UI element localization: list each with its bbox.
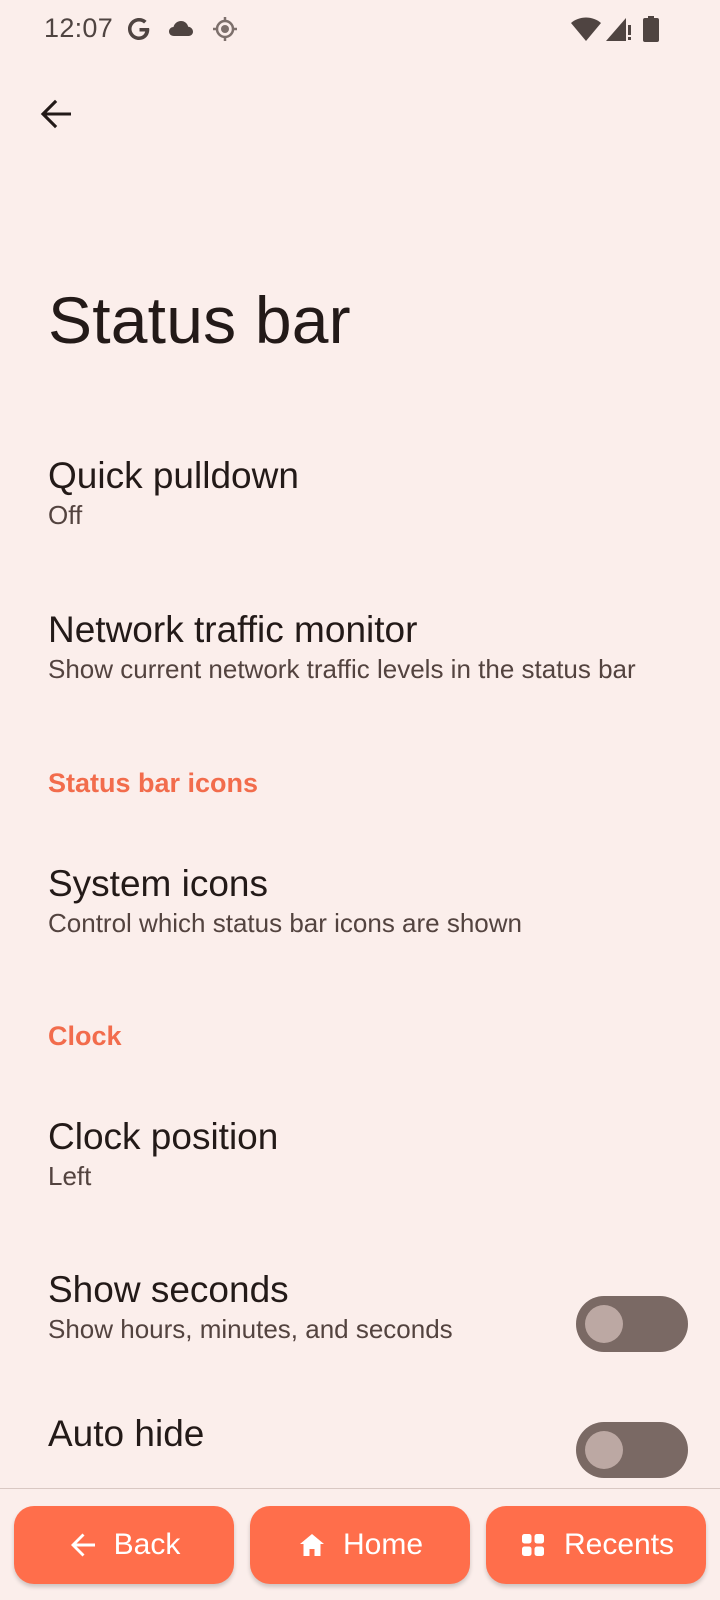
recents-icon (518, 1530, 548, 1560)
auto-hide-switch[interactable] (576, 1422, 688, 1478)
preference-title: Network traffic monitor (48, 609, 418, 650)
wifi-icon (570, 14, 601, 44)
preference-summary: Show hours, minutes, and seconds (48, 1314, 453, 1344)
preference-summary: Control which status bar icons are shown (48, 908, 523, 938)
system-icons-preference[interactable]: System icons Control which status bar ic… (0, 838, 720, 968)
preference-summary: Show current network traffic levels in t… (48, 654, 636, 684)
show-seconds-preference[interactable]: Show seconds Show hours, minutes, and se… (0, 1244, 720, 1374)
screen: 12:07 Status bar Quick pulldown Off Netw… (0, 0, 720, 1600)
category-status-bar-icons: Status bar icons (48, 768, 259, 798)
back-button-label: Back (113, 1528, 181, 1561)
switch-thumb (585, 1305, 623, 1343)
quick-pulldown-preference[interactable]: Quick pulldown Off (0, 430, 720, 560)
show-seconds-switch[interactable] (576, 1296, 688, 1352)
google-icon (124, 14, 154, 44)
arrow-back-icon (40, 99, 71, 129)
switch-thumb (585, 1431, 623, 1469)
recents-button-label: Recents (563, 1528, 675, 1561)
system-status-bar: 12:07 (0, 0, 720, 62)
status-time: 12:07 (44, 13, 114, 43)
preference-title: System icons (48, 863, 269, 904)
home-button[interactable]: Home (250, 1506, 470, 1584)
navigate-up-button[interactable] (30, 88, 82, 140)
preference-title: Show seconds (48, 1269, 289, 1310)
page-title: Status bar (48, 283, 351, 357)
preference-title: Auto hide (48, 1413, 205, 1454)
recents-button[interactable]: Recents (486, 1506, 706, 1584)
preference-title: Clock position (48, 1116, 279, 1157)
category-clock: Clock (48, 1021, 122, 1051)
location-icon (210, 14, 240, 44)
home-button-label: Home (342, 1528, 424, 1561)
battery-icon (638, 14, 668, 44)
home-icon (297, 1530, 327, 1560)
back-button[interactable]: Back (14, 1506, 234, 1584)
preference-summary: Off (48, 500, 83, 530)
arrow-back-icon (68, 1530, 98, 1560)
clock-position-preference[interactable]: Clock position Left (0, 1091, 720, 1221)
signal-icon (604, 14, 634, 44)
preference-summary: Left (48, 1161, 92, 1191)
bottom-navigation-bar: Back Home Recents (0, 1488, 720, 1600)
network-traffic-monitor-preference[interactable]: Network traffic monitor Show current net… (0, 584, 720, 714)
cloud-icon (166, 14, 196, 44)
preference-title: Quick pulldown (48, 455, 299, 496)
